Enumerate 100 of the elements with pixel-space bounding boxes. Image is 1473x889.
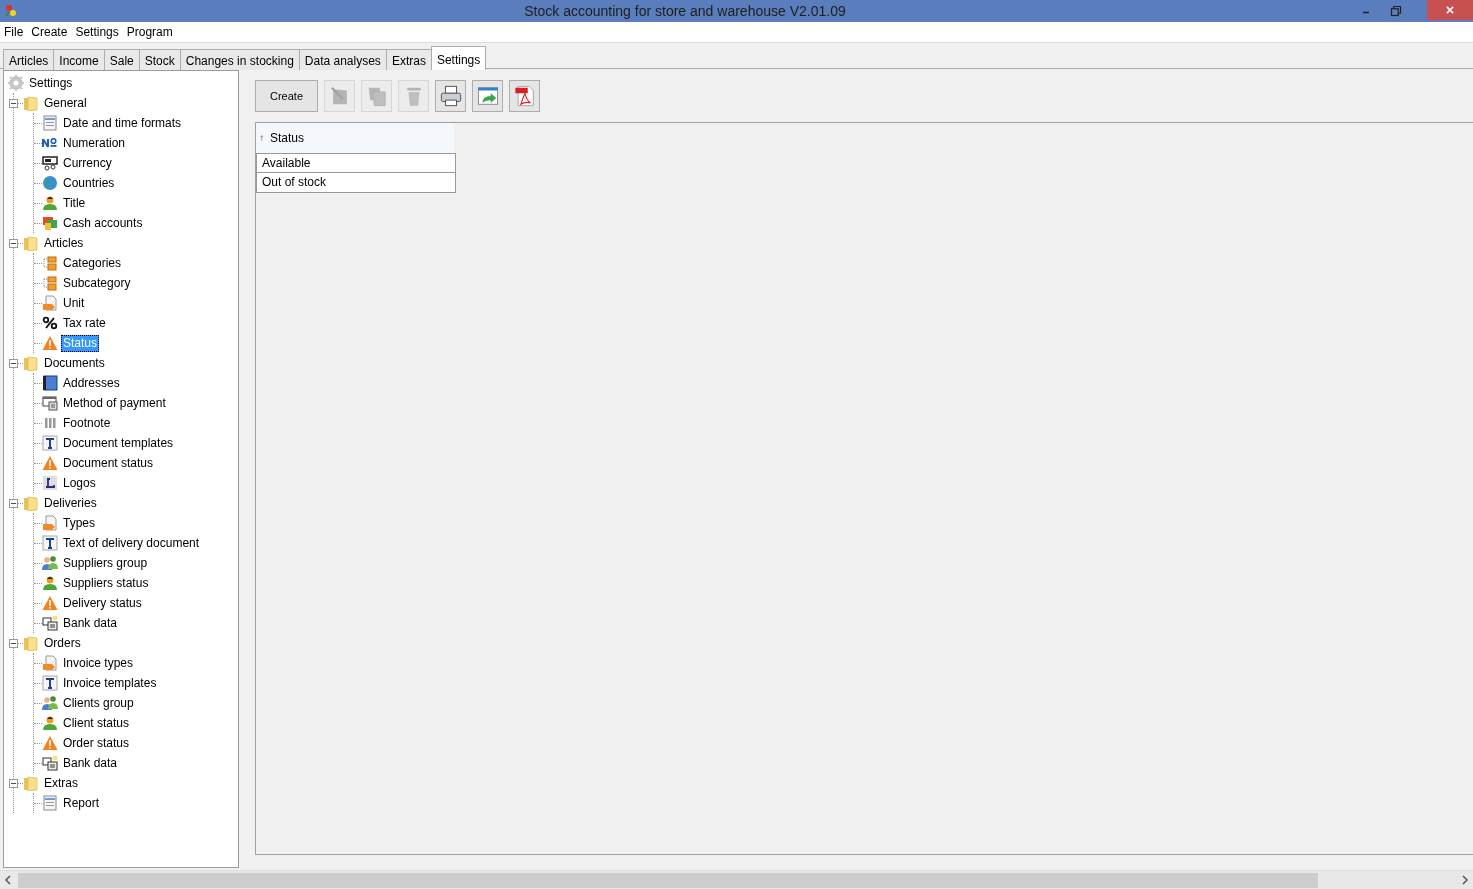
horizontal-scrollbar[interactable]	[0, 870, 1473, 889]
tree-item[interactable]: Report	[61, 794, 102, 812]
bank-data-icon	[42, 615, 58, 631]
expand-toggle[interactable]	[9, 778, 18, 788]
tab[interactable]: Data analyses	[298, 49, 387, 70]
tree-item[interactable]: Bank data	[61, 754, 120, 772]
tree-item[interactable]: Types	[61, 514, 97, 532]
warning-icon	[42, 335, 58, 351]
tree-item[interactable]: Document status	[61, 454, 156, 472]
tree-item[interactable]: Unit	[61, 294, 87, 312]
column-header[interactable]: Status	[256, 123, 454, 153]
tab[interactable]: Changes in stocking	[179, 49, 300, 70]
close-button[interactable]	[1427, 0, 1473, 20]
columns-icon	[42, 415, 58, 431]
folders-icon	[42, 255, 58, 271]
tree-item[interactable]: Suppliers status	[61, 574, 151, 592]
expand-toggle[interactable]	[9, 498, 18, 508]
tree-item[interactable]: Numeration	[61, 134, 128, 152]
tree-item[interactable]: Suppliers group	[61, 554, 150, 572]
tab[interactable]: Articles	[3, 49, 55, 70]
tree-item[interactable]: Invoice types	[61, 654, 136, 672]
tree-item[interactable]: Title	[61, 194, 88, 212]
menu-item[interactable]: File	[0, 22, 28, 42]
tree-item[interactable]: Currency	[61, 154, 114, 172]
expand-toggle[interactable]	[9, 98, 18, 108]
folder-icon	[23, 635, 39, 651]
folders-icon	[42, 275, 58, 291]
warning-icon	[42, 735, 58, 751]
export-button[interactable]	[472, 80, 503, 112]
tag-icon	[42, 295, 58, 311]
payment-icon	[42, 395, 58, 411]
folder-icon	[23, 495, 39, 511]
person-icon	[42, 575, 58, 591]
tree-item[interactable]: Addresses	[61, 374, 122, 392]
people-icon	[42, 555, 58, 571]
tag-icon	[42, 515, 58, 531]
tree-item[interactable]: Extras	[42, 774, 80, 792]
tree-item[interactable]: Documents	[42, 354, 107, 372]
tree-item[interactable]: Invoice templates	[61, 674, 159, 692]
tree-item[interactable]: Articles	[42, 234, 86, 252]
expand-toggle[interactable]	[9, 358, 18, 368]
tab[interactable]: Extras	[385, 49, 432, 70]
tab[interactable]: Income	[53, 49, 105, 70]
tree-item[interactable]: Deliveries	[42, 494, 99, 512]
cash-register-icon	[42, 155, 58, 171]
export-icon	[476, 85, 499, 107]
tree-item[interactable]: Delivery status	[61, 594, 144, 612]
tree-item[interactable]: Subcategory	[61, 274, 133, 292]
tree-item[interactable]: Document templates	[61, 434, 176, 452]
folder-icon	[23, 355, 39, 371]
tree-item[interactable]: Countries	[61, 174, 117, 192]
window-title: Stock accounting for store and warehouse V2.01.09	[523, 1, 847, 21]
tree-item[interactable]: Date and time formats	[61, 114, 184, 132]
tab[interactable]: Settings	[430, 46, 487, 70]
money-icon	[42, 215, 58, 231]
tag-icon	[42, 655, 58, 671]
expand-toggle[interactable]	[9, 638, 18, 648]
menu-item[interactable]: Settings	[71, 22, 123, 42]
folder-icon	[23, 775, 39, 791]
menu-item[interactable]: Program	[122, 22, 177, 42]
table-cell: Out of stock	[256, 173, 456, 193]
tree-item[interactable]: Settings	[27, 74, 75, 92]
gear-icon	[8, 75, 24, 91]
tree-item[interactable]: Footnote	[61, 414, 113, 432]
tree-item[interactable]: Bank data	[61, 614, 120, 632]
tree-item[interactable]: Cash accounts	[61, 214, 145, 232]
tree-item[interactable]: Order status	[61, 734, 132, 752]
restore-icon	[1390, 5, 1402, 17]
tree-item[interactable]: General	[42, 94, 89, 112]
warning-icon	[42, 595, 58, 611]
table-cell: Available	[256, 153, 456, 173]
tree-item[interactable]: Clients group	[61, 694, 136, 712]
pdf-button[interactable]	[509, 80, 540, 112]
person-icon	[42, 195, 58, 211]
tab[interactable]: Sale	[103, 49, 140, 70]
tree-item[interactable]: Logos	[61, 474, 98, 492]
text-icon	[42, 675, 58, 691]
text-icon	[42, 435, 58, 451]
column-label: Status	[270, 130, 305, 147]
create-button[interactable]: Create	[255, 80, 318, 112]
person-icon	[42, 715, 58, 731]
menu-item[interactable]: Create	[27, 22, 72, 42]
tree-item[interactable]: Categories	[61, 254, 124, 272]
tree-item[interactable]: Client status	[61, 714, 132, 732]
tab[interactable]: Stock	[138, 49, 181, 70]
app-icon	[3, 3, 19, 19]
folder-icon	[23, 95, 39, 111]
tree-item[interactable]: Tax rate	[61, 314, 108, 332]
folder-icon	[23, 235, 39, 251]
expand-toggle[interactable]	[9, 238, 18, 248]
scroll-thumb[interactable]	[18, 872, 1318, 888]
tree-item[interactable]: Text of delivery document	[61, 534, 202, 552]
pdf-icon	[513, 85, 536, 107]
tree-item[interactable]: Orders	[42, 634, 83, 652]
logo-icon	[42, 475, 58, 491]
globe-icon	[42, 175, 58, 191]
book-icon	[42, 375, 58, 391]
printer-icon	[439, 85, 462, 107]
printer-button[interactable]	[435, 80, 466, 112]
tree-item[interactable]: Method of payment	[61, 394, 168, 412]
